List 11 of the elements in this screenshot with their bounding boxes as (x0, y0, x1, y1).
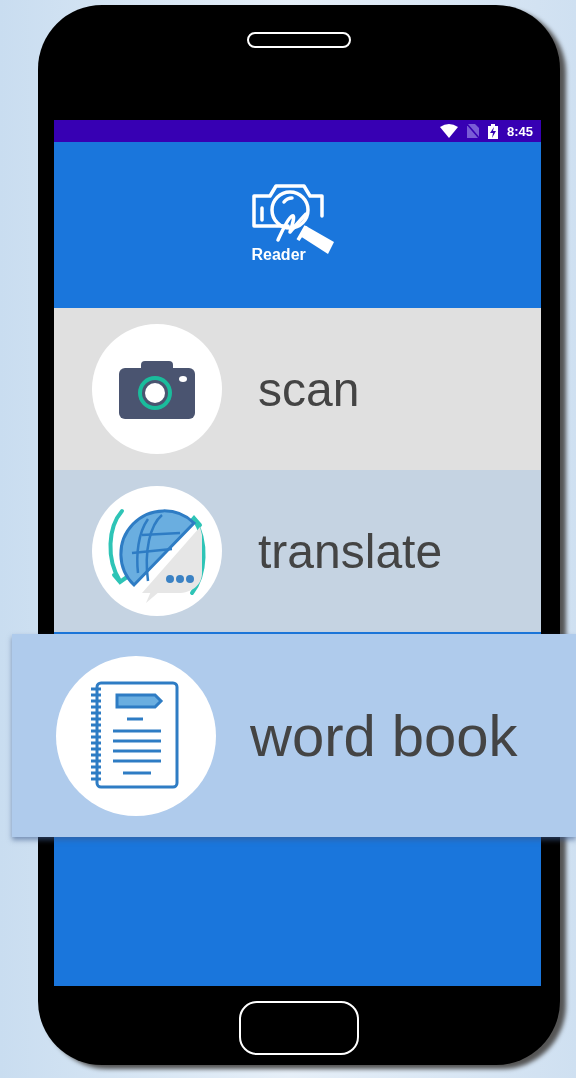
battery-charging-icon (487, 123, 498, 139)
menu-item[interactable]: scan (54, 308, 541, 470)
menu-item[interactable]: word book (12, 634, 576, 837)
no-sim-icon (466, 124, 479, 138)
menu-item[interactable]: translate (54, 470, 541, 632)
camera-icon (119, 359, 195, 419)
status-time: 8:45 (506, 123, 533, 139)
home-button[interactable] (239, 1001, 359, 1055)
logo-text: Reader (251, 246, 306, 264)
wifi-icon (439, 124, 458, 138)
notebook-icon (91, 680, 181, 791)
